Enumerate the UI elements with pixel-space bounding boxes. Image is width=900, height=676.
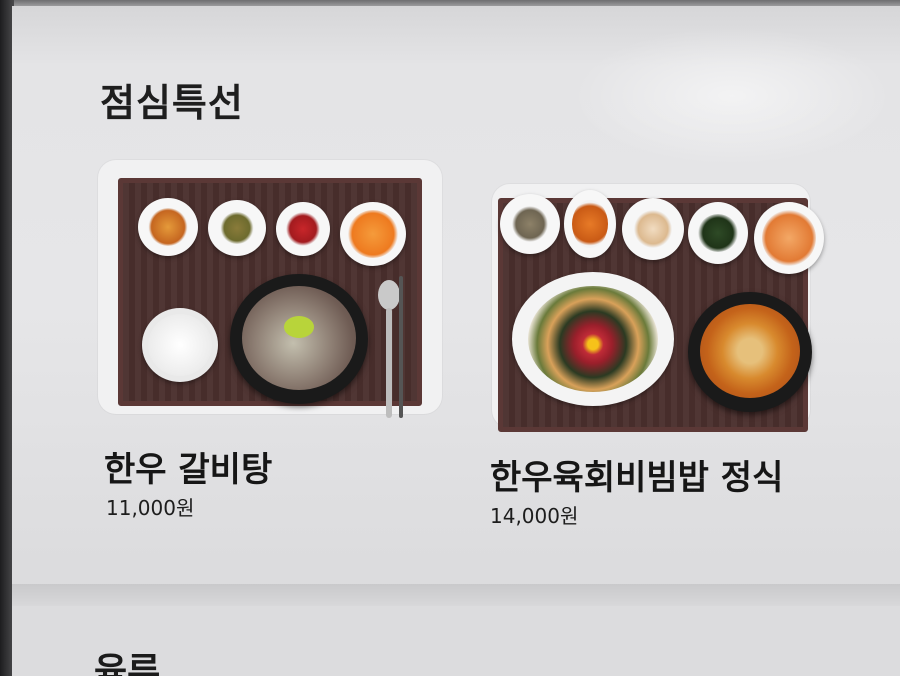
bibimbap-bowl <box>512 272 674 406</box>
side-dish <box>340 202 406 266</box>
side-dish <box>622 198 684 260</box>
side-dish <box>564 190 616 258</box>
stew-pot <box>688 292 812 412</box>
side-dish <box>276 202 330 256</box>
menu-item-name: 한우 갈비탕 <box>104 450 273 490</box>
menu-item-name: 한우육회비빔밥 정식 <box>490 458 784 498</box>
menu-image-galbitang <box>98 160 442 418</box>
side-dish <box>500 194 560 254</box>
kiosk-screen: 점심특선 한우 갈비탕 11,000원 한우육회비빔밥 정식 14,000원 육… <box>12 6 900 676</box>
section-divider <box>12 584 900 606</box>
spoon <box>378 280 400 310</box>
side-dish <box>208 200 266 256</box>
side-dish <box>138 198 198 256</box>
section-title: 점심특선 <box>100 81 244 125</box>
rice-bowl <box>142 308 218 382</box>
next-section-title: 육류 <box>94 651 161 676</box>
menu-item-price: 11,000원 <box>106 496 195 520</box>
menu-image-bibimbap <box>492 184 824 432</box>
spoon-handle <box>386 308 392 418</box>
chopsticks <box>399 276 403 418</box>
side-dish <box>688 202 748 264</box>
galbitang-pot <box>230 274 368 404</box>
side-dish <box>754 202 824 274</box>
screen-glare <box>572 26 892 166</box>
menu-item-price: 14,000원 <box>490 504 579 528</box>
